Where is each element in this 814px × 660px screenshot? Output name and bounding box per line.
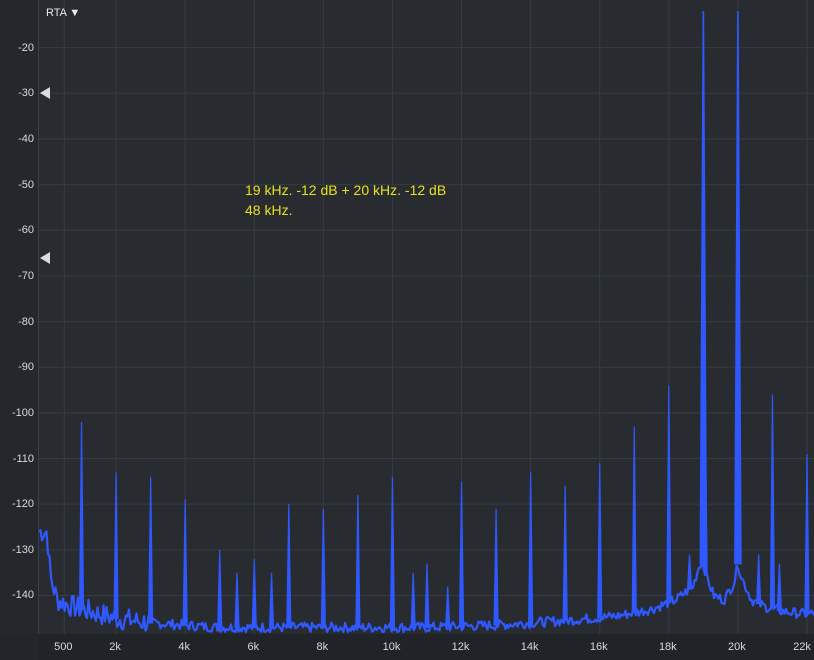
y-tick-label: -120	[11, 498, 34, 511]
plot-area	[38, 0, 814, 634]
spectrum-peak	[769, 394, 776, 610]
spectrum-peak	[268, 572, 275, 629]
spectrum-peak	[251, 558, 257, 629]
spectrum-peak	[113, 472, 119, 619]
spectrum-peak	[756, 554, 762, 605]
y-tick-label: -130	[11, 543, 34, 556]
x-tick-label: 16k	[589, 641, 608, 653]
spectrum-peak	[389, 476, 396, 629]
y-tick-label: -110	[12, 452, 34, 465]
spectrum-peak	[182, 499, 188, 626]
y-tick-label: -30	[18, 87, 34, 100]
spectrum-peak	[445, 586, 451, 628]
y-tick-label: -80	[18, 315, 34, 328]
spectrum-peak	[234, 572, 240, 629]
spectrum-peak	[78, 421, 85, 610]
x-tick-label: 14k	[520, 641, 539, 653]
y-axis: -20 -30 -40 -50 -60 -70 -80 -90 -100 -110 -120 -130…	[0, 0, 38, 634]
spectrum-peak	[734, 11, 742, 565]
annotation-line-1: 19 kHz. -12 dB + 20 kHz. -12 dB	[245, 182, 447, 198]
spectrum-peak	[148, 476, 154, 624]
x-tick-label: 500	[54, 641, 73, 653]
spectrum-peak	[666, 385, 672, 604]
annotation-text: 19 kHz. -12 dB + 20 kHz. -12 dB 48 kHz.	[245, 180, 446, 220]
y-tick-label: -60	[18, 224, 34, 237]
spectrum-peak	[355, 495, 361, 629]
y-tick-label: -40	[18, 132, 34, 145]
spectrum-peak	[458, 481, 465, 627]
y-tick-label: -50	[18, 178, 34, 191]
y-tick-label: -20	[18, 41, 34, 54]
spectrum-peak	[493, 508, 499, 626]
rta-menu-button[interactable]: RTA ▼	[46, 7, 80, 20]
spectrum-peak	[424, 563, 430, 629]
x-tick-label: 4k	[178, 641, 190, 653]
x-tick-label: 20k	[728, 641, 746, 653]
y-tick-label: -70	[18, 269, 34, 282]
x-axis: 500 2k 4k 6k 8k 10k 12k 14k 16k 18k 20k 22k	[38, 634, 814, 660]
spectrum-peak	[528, 472, 534, 624]
x-tick-label: 12k	[451, 641, 470, 653]
spectrum-peak	[410, 572, 416, 629]
x-tick-label: 18k	[658, 641, 677, 653]
y-tick-label: -140	[11, 589, 34, 602]
spectrum-peak	[776, 563, 782, 612]
x-tick-label: 22k	[793, 641, 811, 653]
spectrum-peak	[320, 508, 326, 629]
x-tick-label: 6k	[247, 641, 260, 653]
x-tick-label: 2k	[109, 641, 121, 653]
spectrum-peak	[286, 504, 292, 629]
spectrum-chart	[39, 0, 814, 634]
spectrum-peak	[217, 549, 223, 629]
level-marker-handle[interactable]	[40, 251, 50, 264]
rta-window: -20 -30 -40 -50 -60 -70 -80 -90 -100 -110 -120 -130…	[0, 0, 814, 660]
spectrum-peak	[597, 463, 603, 619]
x-tick-label: 8k	[316, 641, 329, 653]
level-marker-handle[interactable]	[40, 87, 50, 100]
annotation-line-2: 48 kHz.	[245, 202, 293, 218]
x-tick-label: 10k	[382, 641, 401, 653]
spectrum-peak	[631, 426, 637, 614]
spectrum-peak	[686, 554, 693, 590]
spectrum-peak	[804, 453, 810, 615]
y-tick-label: -90	[18, 361, 34, 374]
y-tick-label: -100	[11, 406, 34, 419]
spectrum-peak	[562, 485, 568, 622]
